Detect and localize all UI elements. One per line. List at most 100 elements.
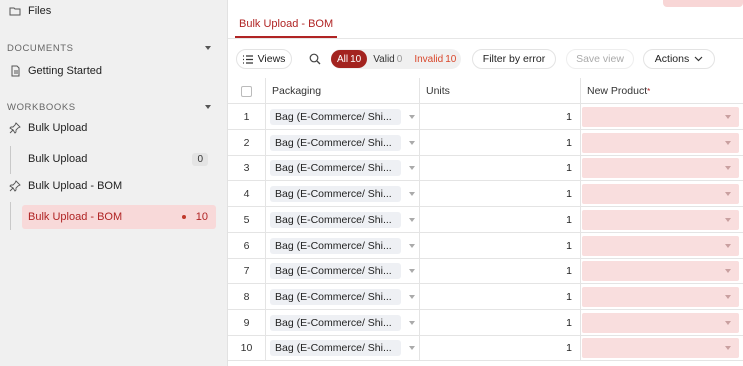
actions-label: Actions <box>654 53 690 65</box>
units-cell[interactable]: 1 <box>420 335 581 362</box>
dropdown-arrow-icon[interactable] <box>725 294 731 299</box>
row-number: 9 <box>228 309 266 336</box>
save-view-button[interactable]: Save view <box>566 49 634 69</box>
dropdown-arrow-icon[interactable] <box>725 115 731 119</box>
filter-by-error-button[interactable]: Filter by error <box>472 49 556 69</box>
sidebar-workbook-bulk-upload[interactable]: Bulk Upload <box>8 117 217 139</box>
packaging-cell[interactable]: Bag (E-Commerce/ Shi... <box>266 309 420 336</box>
packaging-value: Bag (E-Commerce/ Shi... <box>270 340 401 357</box>
dropdown-arrow-icon[interactable] <box>409 269 415 274</box>
filter-valid[interactable]: Valid 0 <box>367 50 408 68</box>
units-cell[interactable]: 1 <box>420 309 581 336</box>
new-product-cell[interactable] <box>581 335 743 361</box>
dropdown-arrow-icon[interactable] <box>409 140 415 145</box>
filter-invalid[interactable]: Invalid 10 <box>408 50 462 68</box>
column-header-packaging[interactable]: Packaging <box>266 78 420 104</box>
sidebar-workbook-bulk-upload-bom[interactable]: Bulk Upload - BOM <box>8 175 217 197</box>
table-row: 4 Bag (E-Commerce/ Shi... 1 <box>228 181 743 208</box>
new-product-cell[interactable] <box>581 233 743 259</box>
dropdown-arrow-icon[interactable] <box>409 320 415 325</box>
new-product-cell[interactable] <box>581 181 743 207</box>
list-icon <box>242 54 253 64</box>
packaging-cell[interactable]: Bag (E-Commerce/ Shi... <box>266 129 420 156</box>
invalid-select[interactable] <box>582 312 739 333</box>
units-cell[interactable]: 1 <box>420 181 581 208</box>
workbooks-section-header[interactable]: WORKBOOKS <box>7 100 211 114</box>
column-header-new-product[interactable]: New Product * <box>581 78 743 104</box>
packaging-cell[interactable]: Bag (E-Commerce/ Shi... <box>266 181 420 208</box>
table-row: 8 Bag (E-Commerce/ Shi... 1 <box>228 283 743 310</box>
packaging-cell[interactable]: Bag (E-Commerce/ Shi... <box>266 232 420 259</box>
dropdown-arrow-icon[interactable] <box>725 166 731 171</box>
invalid-select[interactable] <box>582 338 739 359</box>
dropdown-arrow-icon[interactable] <box>725 269 731 274</box>
dropdown-arrow-icon[interactable] <box>409 192 415 197</box>
new-product-cell[interactable] <box>581 130 743 156</box>
invalid-select[interactable] <box>582 184 739 205</box>
filter-all-count: 10 <box>350 53 362 65</box>
dropdown-arrow-icon[interactable] <box>409 217 415 222</box>
invalid-select[interactable] <box>582 261 739 282</box>
packaging-value: Bag (E-Commerce/ Shi... <box>270 160 401 177</box>
units-cell[interactable]: 1 <box>420 104 581 130</box>
documents-section-header[interactable]: DOCUMENTS <box>7 41 211 55</box>
invalid-select[interactable] <box>582 132 739 153</box>
new-product-cell[interactable] <box>581 104 743 130</box>
invalid-select[interactable] <box>582 286 739 307</box>
dropdown-arrow-icon[interactable] <box>725 192 731 197</box>
units-cell[interactable]: 1 <box>420 155 581 182</box>
search-icon[interactable] <box>309 53 321 65</box>
dropdown-arrow-icon[interactable] <box>725 217 731 222</box>
packaging-cell[interactable]: Bag (E-Commerce/ Shi... <box>266 206 420 233</box>
new-product-cell[interactable] <box>581 155 743 181</box>
units-cell[interactable]: 1 <box>420 258 581 285</box>
sidebar-sheet-bulk-upload[interactable]: Bulk Upload 0 <box>22 147 216 171</box>
units-cell[interactable]: 1 <box>420 129 581 156</box>
sheet-count-badge: 10 <box>195 211 208 223</box>
pin-icon <box>8 121 22 135</box>
invalid-select[interactable] <box>582 235 739 256</box>
table-row: 9 Bag (E-Commerce/ Shi... 1 <box>228 309 743 336</box>
select-all-checkbox[interactable] <box>241 85 252 97</box>
dropdown-arrow-icon[interactable] <box>409 166 415 171</box>
sidebar-sheet-bulk-upload-bom[interactable]: Bulk Upload - BOM 10 <box>22 205 216 229</box>
dropdown-arrow-icon[interactable] <box>409 294 415 299</box>
new-product-cell[interactable] <box>581 207 743 233</box>
tree-line <box>10 202 11 230</box>
tab-divider <box>228 38 743 39</box>
invalid-select[interactable] <box>582 107 739 127</box>
packaging-cell[interactable]: Bag (E-Commerce/ Shi... <box>266 283 420 310</box>
table-row: 7 Bag (E-Commerce/ Shi... 1 <box>228 258 743 285</box>
main-panel: Bulk Upload - BOM Views All 10 Valid 0 Inv… <box>228 0 743 366</box>
sidebar-item-files[interactable]: Files <box>8 0 217 22</box>
new-product-cell[interactable] <box>581 284 743 310</box>
table-row: 5 Bag (E-Commerce/ Shi... 1 <box>228 206 743 233</box>
column-header-units[interactable]: Units <box>420 78 581 104</box>
units-cell[interactable]: 1 <box>420 283 581 310</box>
submit-button[interactable] <box>663 0 743 7</box>
packaging-cell[interactable]: Bag (E-Commerce/ Shi... <box>266 104 420 130</box>
dropdown-arrow-icon[interactable] <box>725 346 731 351</box>
caret-down-icon[interactable] <box>205 105 211 109</box>
new-product-cell[interactable] <box>581 258 743 284</box>
units-cell[interactable]: 1 <box>420 232 581 259</box>
dropdown-arrow-icon[interactable] <box>409 243 415 248</box>
packaging-cell[interactable]: Bag (E-Commerce/ Shi... <box>266 258 420 285</box>
filter-all[interactable]: All 10 <box>331 50 368 68</box>
units-cell[interactable]: 1 <box>420 206 581 233</box>
dropdown-arrow-icon[interactable] <box>725 243 731 248</box>
dropdown-arrow-icon[interactable] <box>409 346 415 351</box>
dropdown-arrow-icon[interactable] <box>409 115 415 119</box>
dropdown-arrow-icon[interactable] <box>725 320 731 325</box>
new-product-cell[interactable] <box>581 310 743 336</box>
invalid-select[interactable] <box>582 209 739 230</box>
caret-down-icon[interactable] <box>205 46 211 50</box>
actions-button[interactable]: Actions <box>643 49 715 69</box>
packaging-cell[interactable]: Bag (E-Commerce/ Shi... <box>266 155 420 182</box>
dropdown-arrow-icon[interactable] <box>725 140 731 145</box>
sidebar-item-getting-started[interactable]: Getting Started <box>8 60 217 82</box>
invalid-select[interactable] <box>582 158 739 179</box>
packaging-cell[interactable]: Bag (E-Commerce/ Shi... <box>266 335 420 362</box>
views-button[interactable]: Views <box>236 49 292 69</box>
tab-bulk-upload-bom[interactable]: Bulk Upload - BOM <box>235 12 338 38</box>
